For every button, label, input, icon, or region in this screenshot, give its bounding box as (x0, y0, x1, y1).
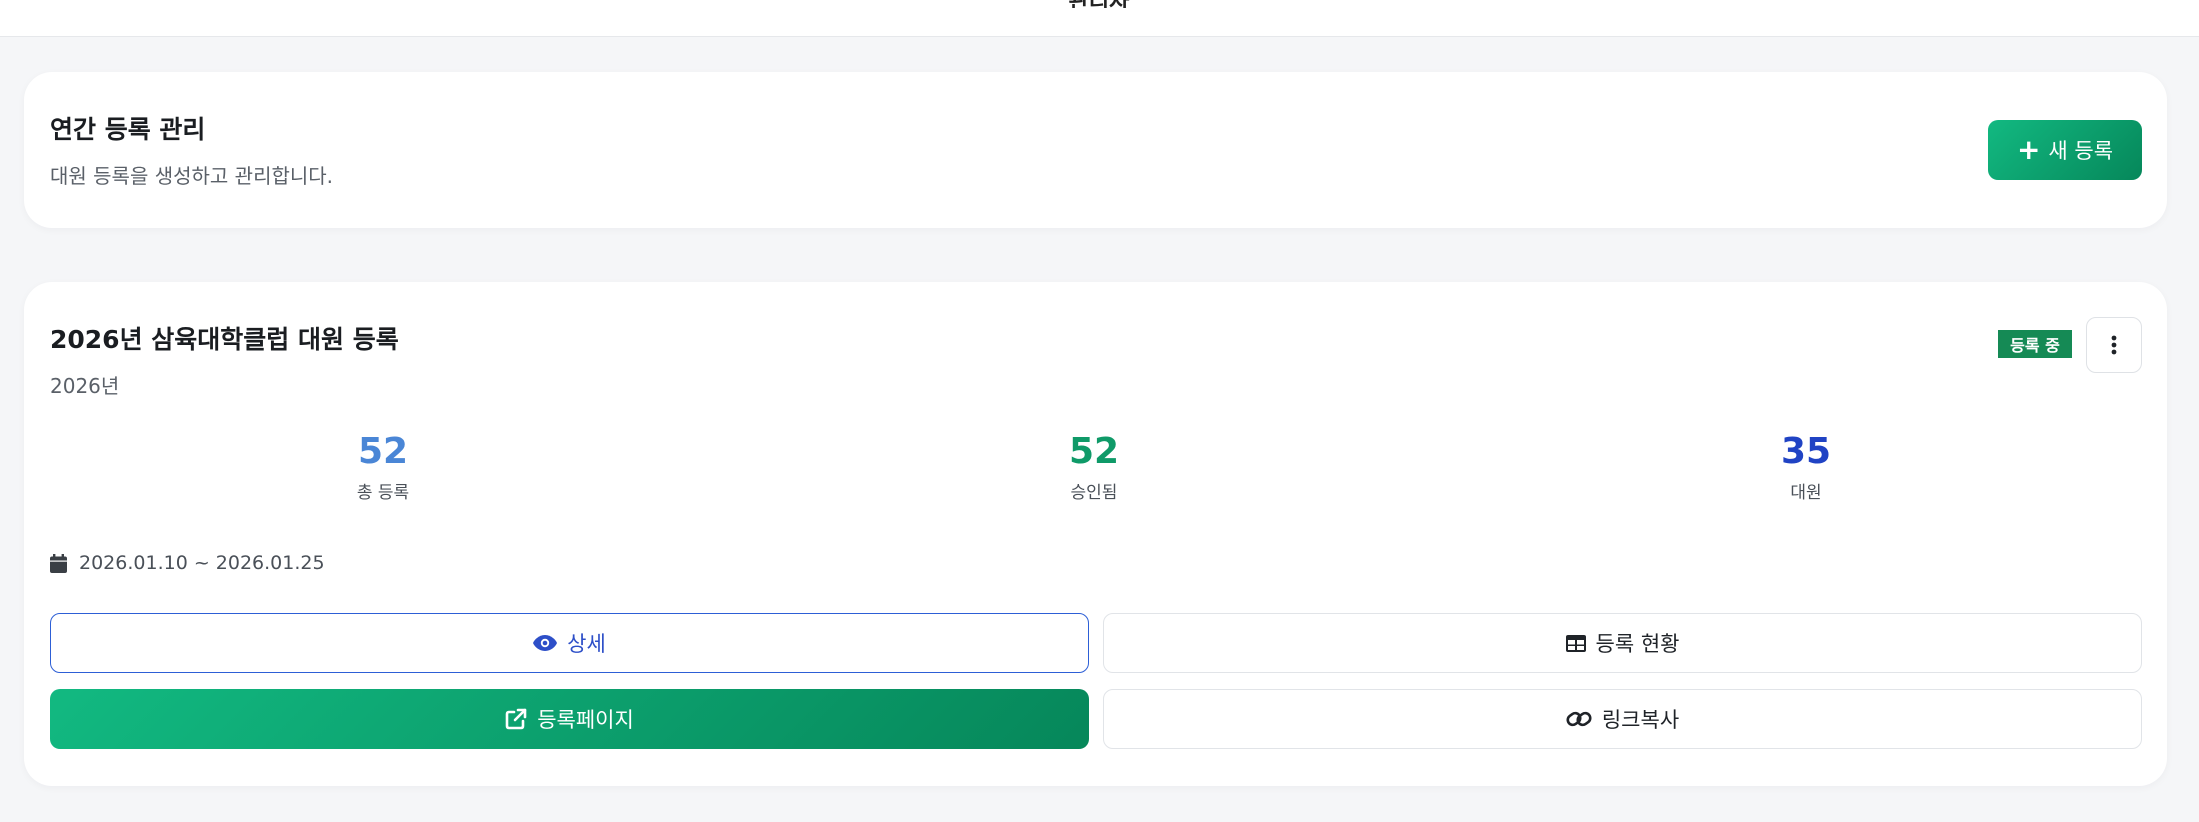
stat-approved-label: 승인됨 (1070, 483, 1118, 503)
stat-total-value: 52 (357, 431, 409, 472)
registration-card: 2026년 삼육대학클럽 대원 등록 2026년 등록 중 52 총 등록 52… (24, 282, 2167, 786)
registration-period: 2026.01.10 ~ 2026.01.25 (50, 552, 325, 574)
stat-members-label: 대원 (1790, 483, 1822, 503)
stat-approved: 52 승인됨 (994, 431, 1194, 504)
registration-year: 2026년 (50, 374, 120, 398)
section-subtitle: 대원 등록을 생성하고 관리합니다. (50, 164, 334, 188)
copy-link-button[interactable]: 링크복사 (1103, 689, 2142, 749)
status-badge: 등록 중 (1998, 330, 2072, 358)
plus-icon: + (2016, 133, 2041, 166)
stat-members-value: 35 (1780, 431, 1832, 472)
registration-title: 2026년 삼육대학클럽 대원 등록 (50, 325, 399, 354)
new-registration-button[interactable]: + 새 등록 (1988, 120, 2142, 180)
external-link-icon (505, 708, 527, 730)
stat-members: 35 대원 (1706, 431, 1906, 504)
detail-button-label: 상세 (567, 632, 606, 656)
registration-page-button[interactable]: 등록페이지 (50, 689, 1089, 749)
stat-total: 52 총 등록 (283, 431, 483, 504)
stat-total-label: 총 등록 (356, 483, 410, 503)
calendar-icon (50, 553, 67, 573)
page-title: 관리자 (1049, 0, 1149, 8)
new-registration-label: 새 등록 (2048, 139, 2114, 163)
eye-icon (533, 635, 558, 651)
detail-button[interactable]: 상세 (50, 613, 1089, 673)
registration-status-button[interactable]: 등록 현황 (1103, 613, 2142, 673)
more-options-button[interactable] (2086, 317, 2142, 373)
section-title: 연간 등록 관리 (50, 115, 206, 144)
registration-status-label: 등록 현황 (1595, 632, 1680, 656)
link-icon (1566, 711, 1592, 727)
more-vertical-icon (2111, 335, 2117, 355)
stat-approved-value: 52 (1068, 431, 1120, 472)
registration-period-text: 2026.01.10 ~ 2026.01.25 (79, 552, 325, 574)
registration-page-label: 등록페이지 (537, 708, 634, 732)
table-icon (1565, 634, 1586, 652)
top-bar: 관리자 (0, 0, 2199, 37)
annual-registration-header-card: 연간 등록 관리 대원 등록을 생성하고 관리합니다. + 새 등록 (24, 72, 2167, 228)
copy-link-label: 링크복사 (1601, 708, 1680, 732)
